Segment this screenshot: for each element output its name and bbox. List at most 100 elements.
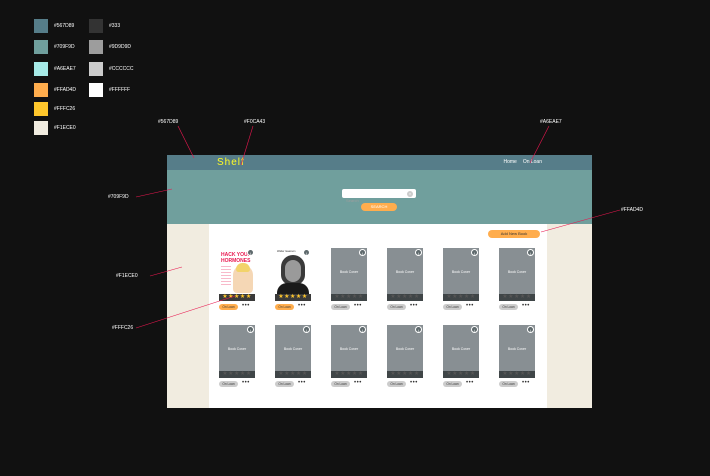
info-icon[interactable]: i <box>359 249 366 256</box>
on-loan-badge[interactable]: On Loan <box>331 381 350 387</box>
book-cover[interactable]: Book Cover i ★★★★★ <box>219 325 255 378</box>
book-card[interactable]: Book Cover i ★★★★★ On Loan ••• <box>443 248 479 310</box>
book-cover[interactable]: Book Cover i ★★★★★ <box>387 325 423 378</box>
cover-placeholder-label: Book Cover <box>507 270 527 274</box>
info-icon[interactable]: i <box>303 249 310 256</box>
more-icon[interactable]: ••• <box>354 303 362 309</box>
book-cover[interactable]: Book Cover i ★★★★★ <box>499 248 535 301</box>
info-icon[interactable]: i <box>415 326 422 333</box>
more-icon[interactable]: ••• <box>298 380 306 386</box>
info-icon[interactable]: i <box>247 249 254 256</box>
star-rating[interactable]: ★★★★★ <box>443 294 479 301</box>
more-icon[interactable]: ••• <box>242 303 250 309</box>
more-icon[interactable]: ••• <box>466 303 474 309</box>
app-window: Shelf Home On Loan × SEARCH Add New Book… <box>167 155 592 408</box>
on-loan-badge[interactable]: On Loan <box>331 304 350 310</box>
on-loan-badge[interactable]: On Loan <box>275 381 294 387</box>
callout-stars: #FFFC26 <box>112 325 134 331</box>
star-rating[interactable]: ★★★★★ <box>219 294 255 301</box>
book-card[interactable]: Walter Isaacson i ★★★★★ On Loan ••• <box>275 248 311 310</box>
book-cover[interactable]: Book Cover i ★★★★★ <box>331 248 367 301</box>
info-icon[interactable]: i <box>415 249 422 256</box>
more-icon[interactable]: ••• <box>522 380 530 386</box>
palette-swatch: #CCCCCC <box>89 62 133 76</box>
brand-logo[interactable]: Shelf <box>217 157 245 168</box>
book-cover[interactable]: Book Cover i ★★★★★ <box>443 325 479 378</box>
star-rating[interactable]: ★★★★★ <box>219 371 255 378</box>
on-loan-badge[interactable]: On Loan <box>387 381 406 387</box>
book-card[interactable]: Book Cover i ★★★★★ On Loan ••• <box>331 248 367 310</box>
search-hero: × SEARCH <box>167 170 592 224</box>
color-chip <box>34 121 48 135</box>
color-label: #FFFC26 <box>54 106 76 112</box>
star-rating[interactable]: ★★★★★ <box>499 371 535 378</box>
on-loan-badge[interactable]: On Loan <box>219 381 238 387</box>
search-button[interactable]: SEARCH <box>361 203 397 211</box>
info-icon[interactable]: i <box>471 249 478 256</box>
on-loan-badge[interactable]: On Loan <box>275 304 294 310</box>
star-rating[interactable]: ★★★★★ <box>387 294 423 301</box>
more-icon[interactable]: ••• <box>410 303 418 309</box>
color-label: #FFAD4D <box>54 87 76 93</box>
book-cover[interactable]: Book Cover i ★★★★★ <box>387 248 423 301</box>
cover-placeholder-label: Book Cover <box>227 347 247 351</box>
book-card[interactable]: Book Cover i ★★★★★ On Loan ••• <box>387 248 423 310</box>
color-chip <box>34 62 48 76</box>
color-label: #709F9D <box>54 44 75 50</box>
color-chip <box>34 19 48 33</box>
info-icon[interactable]: i <box>471 326 478 333</box>
add-new-book-button[interactable]: Add New Book <box>488 230 540 238</box>
info-icon[interactable]: i <box>303 326 310 333</box>
callout-side: #F1ECE0 <box>116 273 138 279</box>
color-label: #567D89 <box>54 23 75 29</box>
book-card[interactable]: Book Cover i ★★★★★ On Loan ••• <box>387 325 423 387</box>
star-rating[interactable]: ★★★★★ <box>275 294 311 301</box>
book-card[interactable]: HACK YOUR HORMONES i ★★★★★ On Loan ••• <box>219 248 255 310</box>
book-card[interactable]: Book Cover i ★★★★★ On Loan ••• <box>499 325 535 387</box>
info-icon[interactable]: i <box>527 249 534 256</box>
on-loan-badge[interactable]: On Loan <box>499 304 518 310</box>
on-loan-badge[interactable]: On Loan <box>387 304 406 310</box>
info-icon[interactable]: i <box>527 326 534 333</box>
more-icon[interactable]: ••• <box>242 380 250 386</box>
callout-topbar: #567D89 <box>158 119 179 125</box>
star-rating[interactable]: ★★★★★ <box>331 294 367 301</box>
book-cover[interactable]: Book Cover i ★★★★★ <box>275 325 311 378</box>
more-icon[interactable]: ••• <box>354 380 362 386</box>
nav-links: Home On Loan <box>503 159 542 165</box>
cover-text-lines <box>221 266 231 286</box>
color-chip <box>89 40 103 54</box>
info-icon[interactable]: i <box>359 326 366 333</box>
cover-placeholder-label: Book Cover <box>451 347 471 351</box>
color-label: #9D9D9D <box>109 44 131 50</box>
book-cover[interactable]: Book Cover i ★★★★★ <box>331 325 367 378</box>
book-card[interactable]: Book Cover i ★★★★★ On Loan ••• <box>275 325 311 387</box>
on-loan-badge[interactable]: On Loan <box>499 381 518 387</box>
star-rating[interactable]: ★★★★★ <box>331 371 367 378</box>
more-icon[interactable]: ••• <box>298 303 306 309</box>
star-rating[interactable]: ★★★★★ <box>275 371 311 378</box>
book-cover[interactable]: Book Cover i ★★★★★ <box>443 248 479 301</box>
book-grid-panel: Add New Book HACK YOUR HORMONES i ★★★★★ … <box>209 224 547 408</box>
book-card[interactable]: Book Cover i ★★★★★ On Loan ••• <box>443 325 479 387</box>
book-card[interactable]: Book Cover i ★★★★★ On Loan ••• <box>499 248 535 310</box>
on-loan-badge[interactable]: On Loan <box>443 381 462 387</box>
more-icon[interactable]: ••• <box>522 303 530 309</box>
star-rating[interactable]: ★★★★★ <box>387 371 423 378</box>
book-cover[interactable]: Book Cover i ★★★★★ <box>499 325 535 378</box>
book-cover[interactable]: Walter Isaacson i ★★★★★ <box>275 248 311 301</box>
book-cover[interactable]: HACK YOUR HORMONES i ★★★★★ <box>219 248 255 301</box>
nav-on-loan-link[interactable]: On Loan <box>523 159 542 165</box>
star-rating[interactable]: ★★★★★ <box>443 371 479 378</box>
color-label: #FFFFFF <box>109 87 131 93</box>
close-icon[interactable]: × <box>407 190 413 197</box>
on-loan-badge[interactable]: On Loan <box>443 304 462 310</box>
book-card[interactable]: Book Cover i ★★★★★ On Loan ••• <box>331 325 367 387</box>
book-card[interactable]: Book Cover i ★★★★★ On Loan ••• <box>219 325 255 387</box>
more-icon[interactable]: ••• <box>410 380 418 386</box>
info-icon[interactable]: i <box>247 326 254 333</box>
star-rating[interactable]: ★★★★★ <box>499 294 535 301</box>
more-icon[interactable]: ••• <box>466 380 474 386</box>
nav-home-link[interactable]: Home <box>503 159 516 165</box>
on-loan-badge[interactable]: On Loan <box>219 304 238 310</box>
